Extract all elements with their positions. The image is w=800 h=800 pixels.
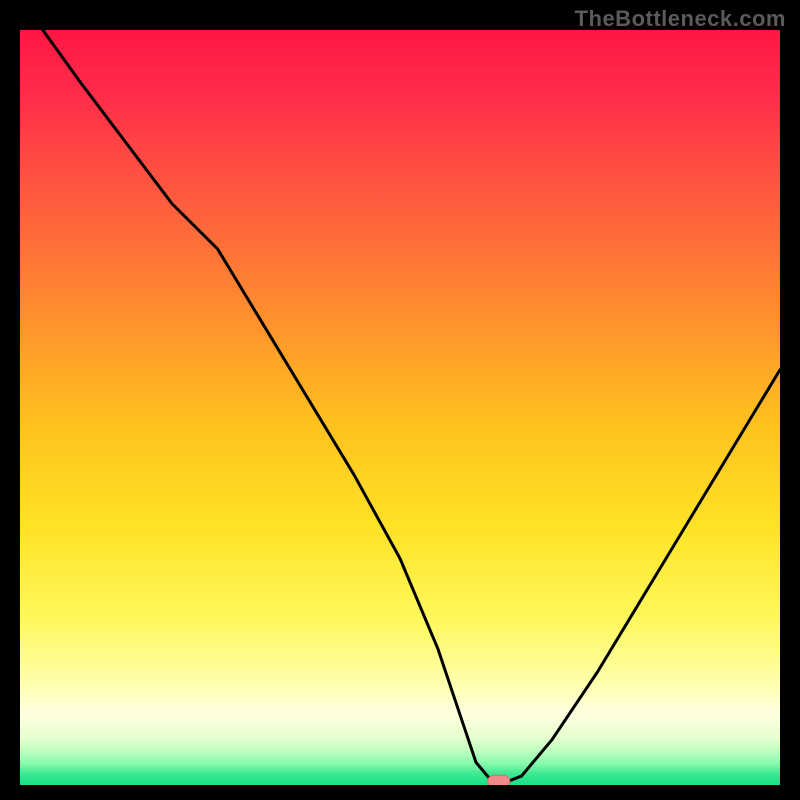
gradient-background [20, 30, 780, 785]
chart-frame: TheBottleneck.com [0, 0, 800, 800]
optimal-point-marker [488, 775, 510, 785]
bottleneck-chart [20, 30, 780, 785]
watermark-text: TheBottleneck.com [575, 6, 786, 32]
plot-area [20, 30, 780, 785]
